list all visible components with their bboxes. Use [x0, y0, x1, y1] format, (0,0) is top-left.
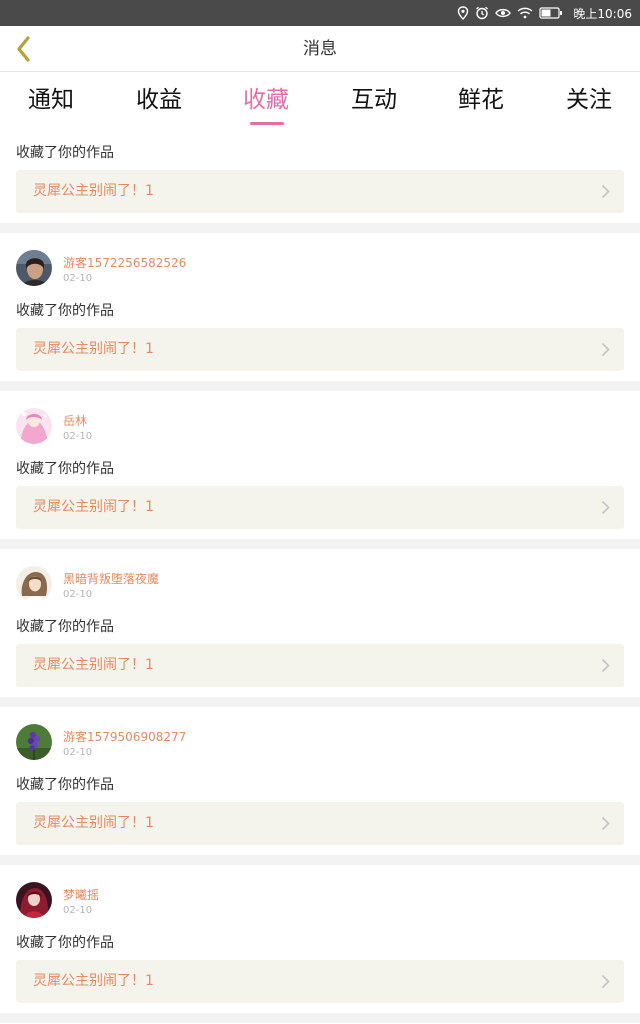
chevron-right-icon	[601, 500, 610, 515]
list-item: 黑暗背叛堕落夜魔 02-10 收藏了你的作品 灵犀公主别闹了！1	[0, 549, 640, 697]
category-tabs: 通知 收益 收藏 互动 鲜花 关注	[0, 72, 640, 132]
portrait-avatar[interactable]	[16, 250, 52, 286]
user-name[interactable]: 梦曦摇	[63, 886, 99, 903]
action-text: 收藏了你的作品	[16, 619, 114, 635]
active-tab-indicator	[250, 122, 284, 125]
work-title: 灵犀公主别闹了！1	[33, 973, 154, 989]
tab-following[interactable]: 关注	[534, 72, 640, 132]
user-name[interactable]: 游客1572256582526	[63, 254, 186, 271]
list-item: 游客1572256582526 02-10 收藏了你的作品 灵犀公主别闹了！1	[0, 233, 640, 381]
chevron-right-icon	[601, 816, 610, 831]
sketch-anime-avatar[interactable]	[16, 566, 52, 602]
work-title: 灵犀公主别闹了！1	[33, 341, 154, 357]
tab-interactions[interactable]: 互动	[319, 72, 429, 132]
divider	[0, 697, 640, 707]
chevron-left-icon	[17, 36, 30, 62]
eye-comfort-icon	[495, 8, 512, 18]
back-button[interactable]	[6, 32, 40, 66]
action-text: 收藏了你的作品	[16, 461, 114, 477]
title-bar: 消息	[0, 26, 640, 72]
user-name[interactable]: 黑暗背叛堕落夜魔	[63, 570, 159, 587]
work-title: 灵犀公主别闹了！1	[33, 815, 154, 831]
divider	[0, 381, 640, 391]
divider	[0, 539, 640, 549]
chevron-right-icon	[601, 342, 610, 357]
timestamp: 02-10	[63, 431, 93, 442]
page-title: 消息	[303, 39, 337, 59]
work-link[interactable]: 灵犀公主别闹了！1	[16, 644, 624, 687]
work-link[interactable]: 灵犀公主别闹了！1	[16, 802, 624, 845]
battery-icon	[539, 7, 563, 19]
action-text: 收藏了你的作品	[16, 303, 114, 319]
timestamp: 02-10	[63, 905, 93, 916]
chevron-right-icon	[601, 184, 610, 199]
work-title: 灵犀公主别闹了！1	[33, 183, 154, 199]
action-text: 收藏了你的作品	[16, 145, 114, 161]
tab-flowers[interactable]: 鲜花	[426, 72, 536, 132]
action-text: 收藏了你的作品	[16, 777, 114, 793]
timestamp: 02-10	[63, 273, 93, 284]
status-time: 晚上10:06	[573, 6, 632, 21]
list-item: 梦曦摇 02-10 收藏了你的作品 灵犀公主别闹了！1	[0, 865, 640, 1013]
divider	[0, 855, 640, 865]
tab-notifications[interactable]: 通知	[0, 72, 106, 132]
pink-anime-avatar[interactable]	[16, 408, 52, 444]
user-name[interactable]: 岳林	[63, 412, 87, 429]
user-name[interactable]: 游客1579506908277	[63, 728, 186, 745]
list-item: 岳林 02-10 收藏了你的作品 灵犀公主别闹了！1	[0, 391, 640, 539]
work-link[interactable]: 灵犀公主别闹了！1	[16, 486, 624, 529]
favorites-feed: 收藏了你的作品 灵犀公主别闹了！1 游客1572256582526 02-10 …	[0, 132, 640, 1024]
red-anime-avatar[interactable]	[16, 882, 52, 918]
list-item: 游客1579506908277 02-10 收藏了你的作品 灵犀公主别闹了！1	[0, 707, 640, 855]
divider	[0, 223, 640, 233]
action-text: 收藏了你的作品	[16, 935, 114, 951]
list-item: 收藏了你的作品 灵犀公主别闹了！1	[0, 132, 640, 223]
alarm-icon	[476, 6, 489, 20]
location-icon	[458, 6, 469, 20]
divider	[0, 1013, 640, 1023]
chevron-right-icon	[601, 974, 610, 989]
wifi-icon	[517, 7, 533, 19]
tab-earnings[interactable]: 收益	[104, 72, 214, 132]
timestamp: 02-10	[63, 747, 93, 758]
work-title: 灵犀公主别闹了！1	[33, 499, 154, 515]
work-link[interactable]: 灵犀公主别闹了！1	[16, 170, 624, 213]
work-link[interactable]: 灵犀公主别闹了！1	[16, 960, 624, 1003]
status-bar: 晚上10:06	[0, 0, 640, 26]
work-title: 灵犀公主别闹了！1	[33, 657, 154, 673]
chevron-right-icon	[601, 658, 610, 673]
timestamp: 02-10	[63, 589, 93, 600]
work-link[interactable]: 灵犀公主别闹了！1	[16, 328, 624, 371]
purple-flower-avatar[interactable]	[16, 724, 52, 760]
